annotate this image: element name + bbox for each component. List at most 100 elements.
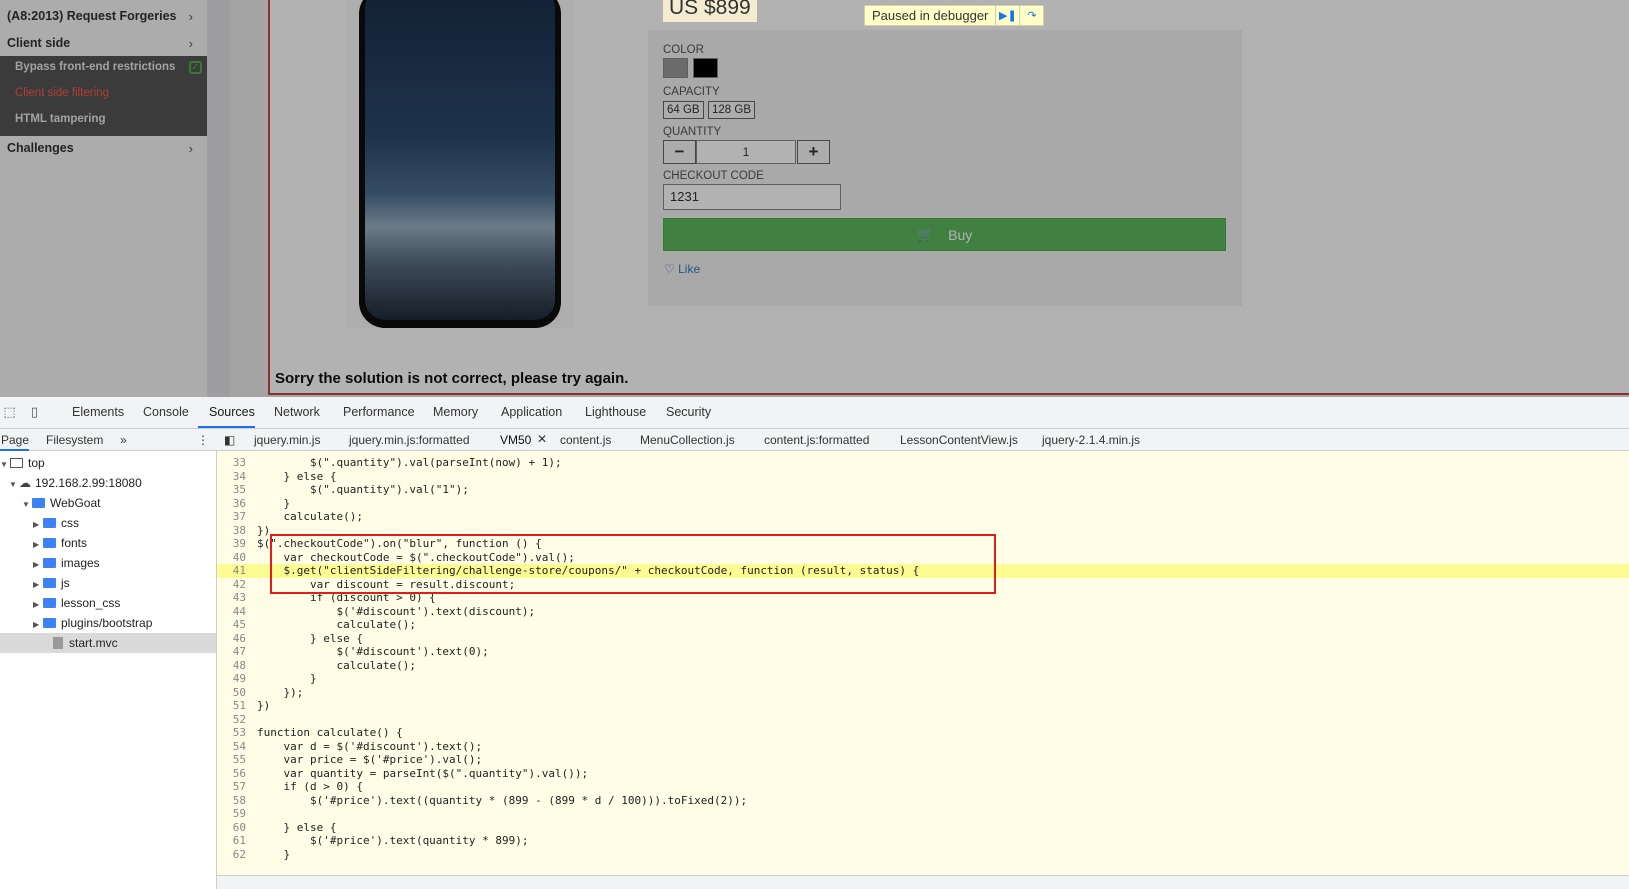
quantity-input[interactable]: 1 <box>696 140 796 164</box>
line-number[interactable]: 36 <box>217 497 257 511</box>
quantity-increase-button[interactable]: + <box>797 140 830 164</box>
line-number[interactable]: 41 <box>217 564 257 578</box>
code-line: 52 <box>217 713 1629 727</box>
file-tab-jquery-min[interactable]: jquery.min.js <box>254 433 320 447</box>
tree-item-plugins-bootstrap[interactable]: ▶ plugins/bootstrap <box>33 616 152 630</box>
line-number[interactable]: 51 <box>217 699 257 713</box>
file-tab-menucollection[interactable]: MenuCollection.js <box>640 433 735 447</box>
line-number[interactable]: 33 <box>217 456 257 470</box>
line-number[interactable]: 49 <box>217 672 257 686</box>
close-icon[interactable]: ✕ <box>537 432 547 446</box>
file-tab-content-js-formatted[interactable]: content.js:formatted <box>764 433 869 447</box>
color-swatch-black[interactable] <box>693 58 718 78</box>
feedback-message: Sorry the solution is not correct, pleas… <box>275 370 629 387</box>
tree-item-start-mvc[interactable]: start.mvc <box>43 636 118 650</box>
line-number[interactable]: 59 <box>217 807 257 821</box>
folder-icon <box>43 538 56 548</box>
code-text: calculate(); <box>257 658 416 672</box>
tab-page[interactable]: Page <box>1 433 29 447</box>
line-number[interactable]: 62 <box>217 848 257 862</box>
code-editor[interactable]: 33 $(".quantity").val(parseInt(now) + 1)… <box>217 451 1629 875</box>
screen: { "left_menu": { "items": [ {"label": "(… <box>0 0 1629 889</box>
line-number[interactable]: 53 <box>217 726 257 740</box>
line-number[interactable]: 55 <box>217 753 257 767</box>
line-number[interactable]: 57 <box>217 780 257 794</box>
product-options-panel <box>648 30 1242 306</box>
submenu-item-html-tampering[interactable]: HTML tampering <box>15 113 106 125</box>
line-number[interactable]: 46 <box>217 632 257 646</box>
tree-item-fonts[interactable]: ▶ fonts <box>33 536 87 550</box>
line-number[interactable]: 54 <box>217 740 257 754</box>
line-number[interactable]: 38 <box>217 524 257 538</box>
line-number[interactable]: 56 <box>217 767 257 781</box>
tab-network[interactable]: Network <box>274 405 320 419</box>
file-tab-jquery-min-formatted[interactable]: jquery.min.js:formatted <box>349 433 470 447</box>
tab-application[interactable]: Application <box>501 405 562 419</box>
inspect-element-icon[interactable]: ⬚ <box>2 404 17 419</box>
paused-in-debugger-banner: Paused in debugger ▶❚ ↷ <box>864 5 1045 26</box>
tab-performance[interactable]: Performance <box>343 405 415 419</box>
tab-console[interactable]: Console <box>143 405 189 419</box>
menu-item-client-side[interactable]: Client side <box>7 36 70 50</box>
line-number[interactable]: 42 <box>217 578 257 592</box>
line-number[interactable]: 58 <box>217 794 257 808</box>
code-line: 61 $('#price').text(quantity * 899); <box>217 834 1629 848</box>
more-options-icon[interactable]: ⋮ <box>197 433 209 447</box>
color-swatch-gray[interactable] <box>663 58 688 78</box>
buy-button[interactable]: 🛒 Buy <box>663 218 1226 251</box>
code-text: $('#discount').text(discount); <box>257 604 536 618</box>
code-line: 58 $('#price').text((quantity * (899 - (… <box>217 794 1629 808</box>
resume-icon[interactable]: ▶❚ <box>995 5 1019 26</box>
line-number[interactable]: 39 <box>217 537 257 551</box>
line-number[interactable]: 37 <box>217 510 257 524</box>
line-number[interactable]: 48 <box>217 659 257 673</box>
file-tab-jquery-2-1-4[interactable]: jquery-2.1.4.min.js <box>1042 433 1140 447</box>
line-number[interactable]: 40 <box>217 551 257 565</box>
line-number[interactable]: 50 <box>217 686 257 700</box>
code-text: calculate(); <box>257 510 363 523</box>
tab-filesystem[interactable]: Filesystem <box>46 433 103 447</box>
line-number[interactable]: 47 <box>217 645 257 659</box>
code-line: 48 calculate(); <box>217 659 1629 673</box>
code-text: function calculate() { <box>257 726 403 739</box>
tab-memory[interactable]: Memory <box>433 405 478 419</box>
file-tab-lessoncontentview[interactable]: LessonContentView.js <box>900 433 1018 447</box>
folder-icon <box>43 598 56 608</box>
quantity-decrease-button[interactable]: − <box>663 140 696 164</box>
line-number[interactable]: 44 <box>217 605 257 619</box>
submenu-item-bypass-front-end[interactable]: Bypass front-end restrictions <box>15 61 175 73</box>
line-number[interactable]: 35 <box>217 483 257 497</box>
checkout-code-input[interactable]: 1231 <box>663 184 841 210</box>
toggle-navigator-icon[interactable]: ◧ <box>224 433 235 447</box>
code-text: } else { <box>257 469 337 483</box>
like-link[interactable]: ♡ Like <box>664 262 700 276</box>
tab-sources[interactable]: Sources <box>209 405 255 419</box>
webgoat-page: (A8:2013) Request Forgeries › Client sid… <box>0 0 1629 397</box>
more-tabs-icon[interactable]: » <box>120 433 127 447</box>
step-over-icon[interactable]: ↷ <box>1019 5 1043 26</box>
tab-elements[interactable]: Elements <box>72 405 124 419</box>
line-number[interactable]: 34 <box>217 470 257 484</box>
line-number[interactable]: 52 <box>217 713 257 727</box>
file-tab-vm50[interactable]: VM50 <box>500 433 531 447</box>
line-number[interactable]: 61 <box>217 834 257 848</box>
tree-item-top[interactable]: ▼ top <box>0 456 45 470</box>
tab-security[interactable]: Security <box>666 405 711 419</box>
tree-item-webgoat[interactable]: ▼ WebGoat <box>22 496 100 510</box>
tree-item-host[interactable]: ▼ ☁ 192.168.2.99:18080 <box>9 476 142 490</box>
menu-item-request-forgeries[interactable]: (A8:2013) Request Forgeries <box>7 9 177 23</box>
menu-item-challenges[interactable]: Challenges <box>7 141 74 155</box>
line-number[interactable]: 43 <box>217 591 257 605</box>
device-toolbar-icon[interactable]: ▯ <box>27 404 42 419</box>
tree-item-js[interactable]: ▶ js <box>33 576 70 590</box>
file-tab-content-js[interactable]: content.js <box>560 433 611 447</box>
tab-lighthouse[interactable]: Lighthouse <box>585 405 646 419</box>
capacity-64gb-button[interactable]: 64 GB <box>663 101 704 119</box>
line-number[interactable]: 45 <box>217 618 257 632</box>
tree-item-lesson-css[interactable]: ▶ lesson_css <box>33 596 120 610</box>
capacity-128gb-button[interactable]: 128 GB <box>708 101 755 119</box>
tree-item-images[interactable]: ▶ images <box>33 556 100 570</box>
submenu-item-client-side-filtering[interactable]: Client side filtering <box>15 87 109 99</box>
tree-item-css[interactable]: ▶ css <box>33 516 79 530</box>
line-number[interactable]: 60 <box>217 821 257 835</box>
